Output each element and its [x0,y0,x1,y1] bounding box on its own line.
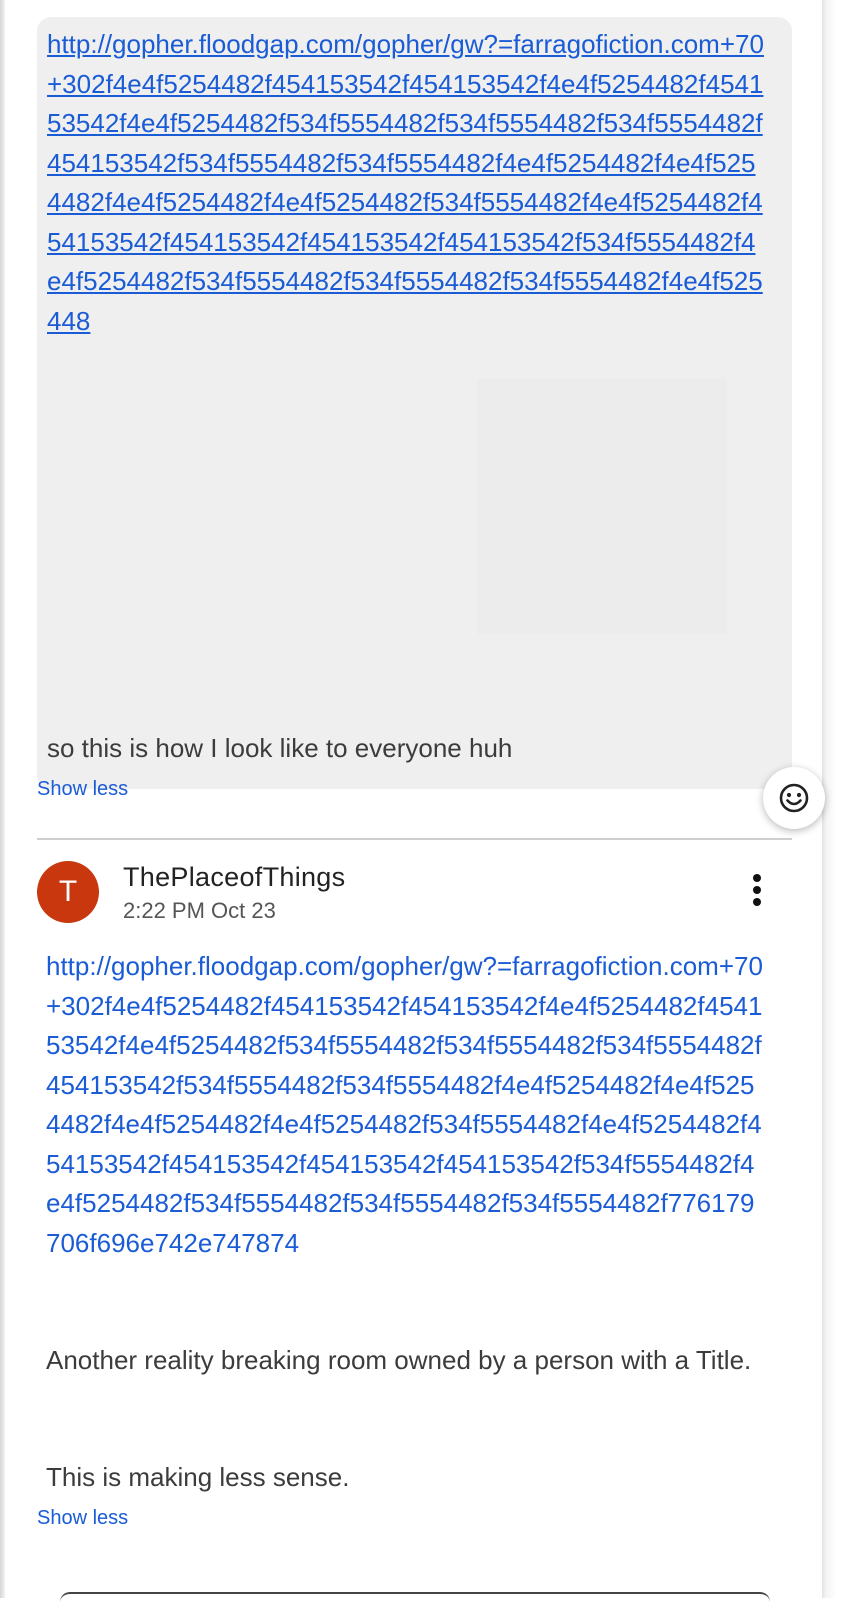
post-divider [37,838,792,840]
smiley-icon [779,783,809,813]
avatar[interactable]: T [37,861,99,923]
page-edge-right [822,0,857,1598]
show-less-link[interactable]: Show less [37,778,128,801]
post-timestamp: 2:22 PM Oct 23 [123,898,276,923]
message-link[interactable]: http://gopher.floodgap.com/gopher/gw?=fa… [47,25,767,341]
add-reaction-button[interactable] [763,767,825,829]
show-less-link-2[interactable]: Show less [37,1507,128,1530]
author-name[interactable]: ThePlaceofThings [123,862,345,893]
next-card-edge [60,1592,770,1604]
message-caption: so this is how I look like to everyone h… [47,733,513,763]
post-paragraph-2: This is making less sense. [46,1462,350,1492]
link-preview-image [477,379,727,634]
message-bubble: http://gopher.floodgap.com/gopher/gw?=fa… [37,17,792,789]
post-link[interactable]: http://gopher.floodgap.com/gopher/gw?=fa… [46,947,766,1263]
post-paragraph-1: Another reality breaking room owned by a… [46,1345,752,1375]
message-feed: http://gopher.floodgap.com/gopher/gw?=fa… [0,0,825,1598]
more-vert-icon[interactable] [740,870,774,910]
